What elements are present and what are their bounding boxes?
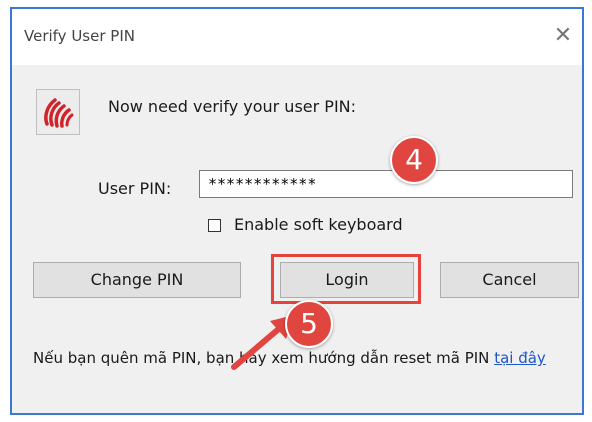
login-highlight-box	[271, 254, 421, 304]
help-link[interactable]: tại đây	[494, 349, 546, 367]
soft-keyboard-label: Enable soft keyboard	[234, 215, 403, 234]
verify-pin-dialog: Verify User PIN ✕ Now need verify your u…	[10, 7, 584, 415]
soft-keyboard-checkbox[interactable]	[208, 219, 221, 232]
user-pin-input[interactable]	[199, 170, 573, 198]
cancel-button[interactable]: Cancel	[440, 262, 579, 298]
close-icon: ✕	[553, 23, 573, 48]
title-bar: Verify User PIN ✕	[12, 9, 582, 65]
window-title: Verify User PIN	[24, 27, 135, 45]
step-5-badge: 5	[285, 300, 333, 348]
user-pin-label: User PIN:	[98, 179, 172, 198]
change-pin-button[interactable]: Change PIN	[33, 262, 241, 298]
close-button[interactable]: ✕	[548, 21, 578, 51]
prompt-message: Now need verify your user PIN:	[108, 97, 357, 116]
step-4-badge: 4	[390, 136, 438, 184]
hand-print-icon	[36, 89, 80, 135]
screenshot-stage: Verify User PIN ✕ Now need verify your u…	[0, 0, 592, 422]
